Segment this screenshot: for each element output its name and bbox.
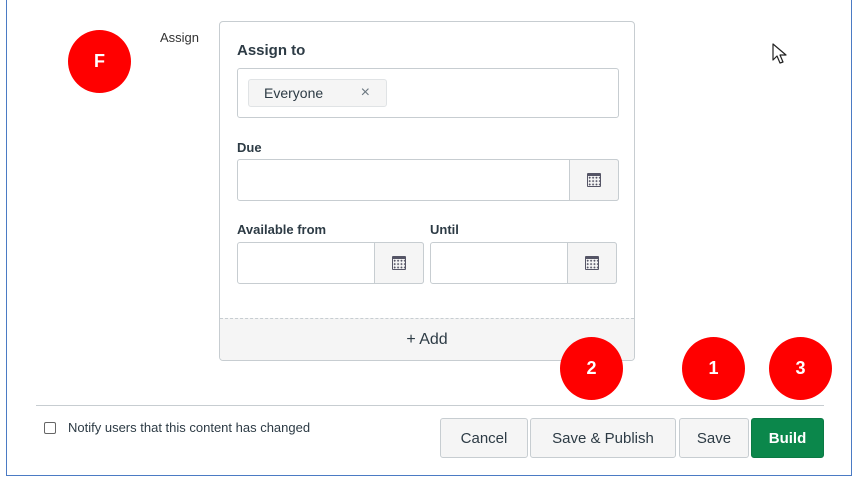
close-icon[interactable]: × [361, 84, 370, 102]
assign-to-input[interactable]: Everyone × [237, 68, 619, 118]
assign-to-heading: Assign to [237, 42, 306, 59]
due-calendar-button[interactable] [569, 159, 619, 201]
calendar-icon [392, 256, 406, 270]
assign-row-label: Assign [160, 30, 200, 45]
save-publish-button[interactable]: Save & Publish [530, 418, 676, 458]
until-input[interactable] [430, 242, 617, 284]
annotation-badge-f: F [68, 30, 131, 93]
notify-checkbox[interactable] [44, 421, 56, 434]
notify-users-option[interactable]: Notify users that this content has chang… [44, 420, 310, 435]
due-date-input[interactable] [237, 159, 619, 201]
annotation-badge-3: 3 [769, 337, 832, 400]
cancel-button[interactable]: Cancel [440, 418, 528, 458]
assign-card: Assign to Everyone × Due Available from … [219, 21, 635, 361]
assignee-chip: Everyone × [248, 79, 387, 107]
annotation-badge-2: 2 [560, 337, 623, 400]
until-label: Until [430, 222, 459, 237]
due-label: Due [237, 140, 262, 155]
build-button[interactable]: Build [751, 418, 824, 458]
notify-label: Notify users that this content has chang… [68, 420, 311, 435]
mouse-pointer-icon [772, 43, 787, 64]
annotation-badge-1: 1 [682, 337, 745, 400]
assignee-chip-label: Everyone [264, 85, 324, 101]
save-button[interactable]: Save [679, 418, 749, 458]
available-from-calendar-button[interactable] [374, 242, 424, 284]
available-from-label: Available from [237, 222, 327, 237]
calendar-icon [587, 173, 601, 187]
available-from-input[interactable] [237, 242, 424, 284]
until-calendar-button[interactable] [567, 242, 617, 284]
footer-divider [36, 405, 824, 406]
calendar-icon [585, 256, 599, 270]
